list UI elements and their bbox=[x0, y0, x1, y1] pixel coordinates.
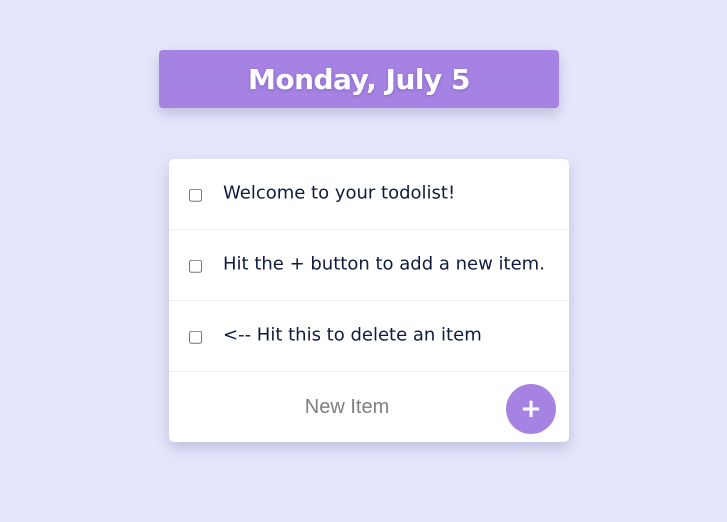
todo-item-checkbox[interactable] bbox=[189, 188, 202, 202]
new-item-form: + bbox=[169, 372, 569, 442]
todo-item-label: <-- Hit this to delete an item bbox=[223, 324, 482, 346]
todo-list-card: Welcome to your todolist! Hit the + butt… bbox=[169, 159, 569, 442]
todo-item-checkbox[interactable] bbox=[189, 259, 202, 273]
date-heading: Monday, July 5 bbox=[159, 50, 559, 108]
new-item-input[interactable] bbox=[169, 372, 525, 442]
todo-item: Hit the + button to add a new item. bbox=[169, 230, 569, 301]
todo-item: <-- Hit this to delete an item bbox=[169, 301, 569, 372]
todo-item-checkbox[interactable] bbox=[189, 330, 202, 344]
todo-item-label: Hit the + button to add a new item. bbox=[223, 253, 545, 275]
todo-item-label: Welcome to your todolist! bbox=[223, 182, 456, 204]
add-item-button[interactable]: + bbox=[506, 384, 556, 434]
todo-item: Welcome to your todolist! bbox=[169, 159, 569, 230]
date-title: Monday, July 5 bbox=[247, 62, 471, 96]
